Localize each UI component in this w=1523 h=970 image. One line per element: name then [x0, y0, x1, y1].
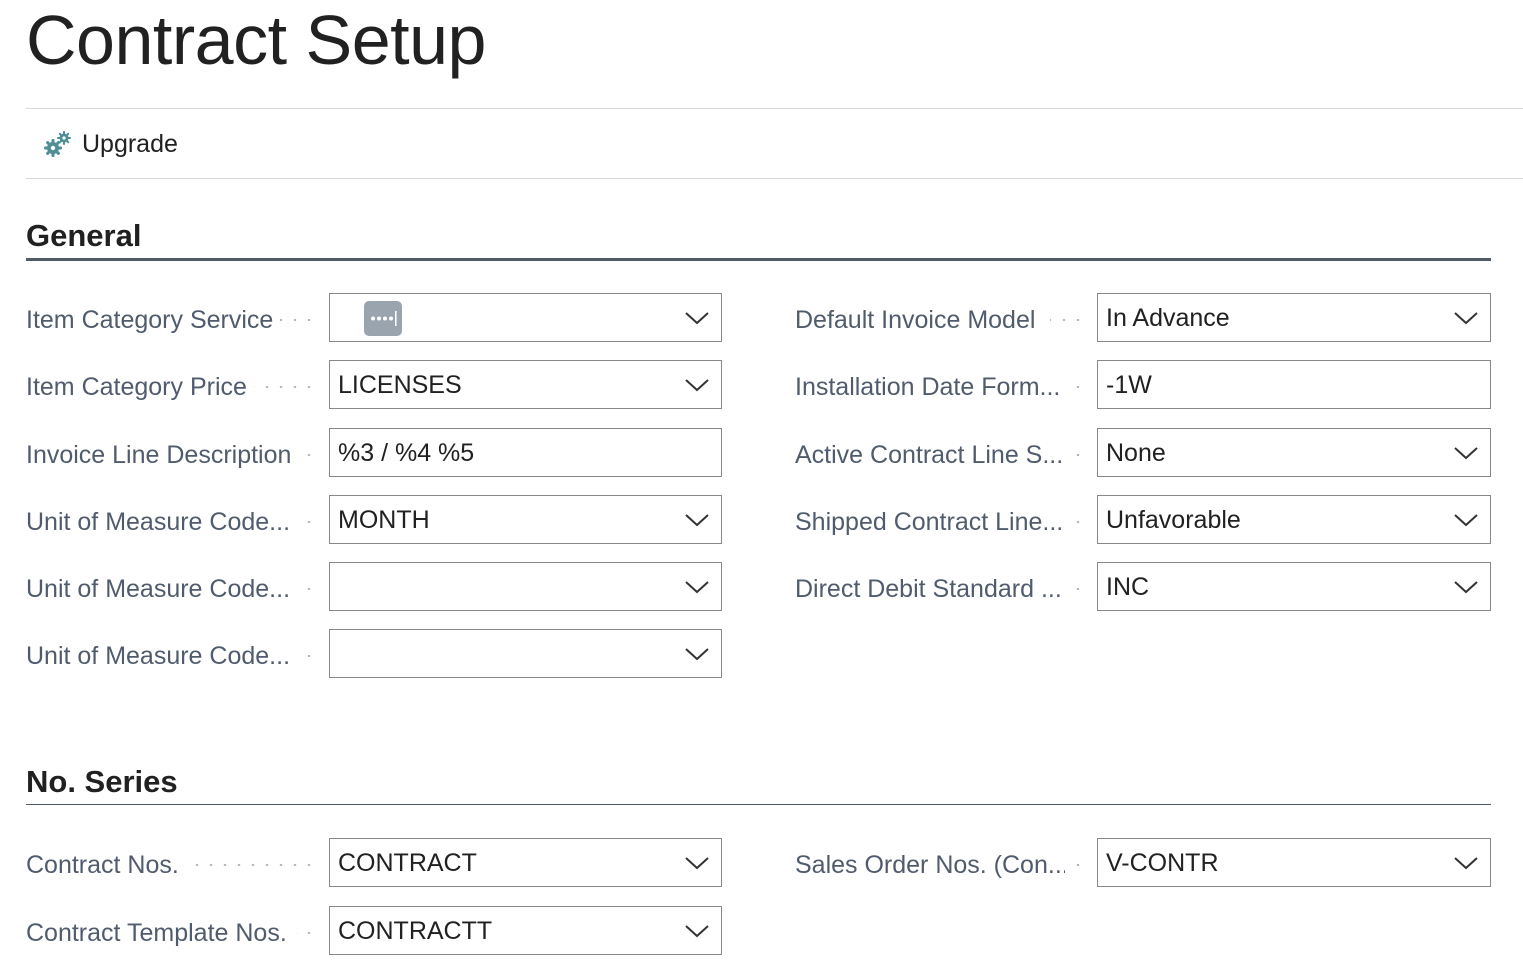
field-value: V-CONTR — [1106, 849, 1219, 877]
label-dots — [306, 521, 316, 523]
chevron-down-icon[interactable] — [1454, 510, 1478, 530]
field-value: Unfavorable — [1106, 506, 1241, 534]
chevron-down-icon[interactable] — [1454, 577, 1478, 597]
label-dots — [1075, 386, 1085, 388]
contract-nos-dropdown[interactable]: CONTRACT — [329, 838, 722, 887]
field-value: %3 / %4 %5 — [338, 439, 475, 467]
field-label-contract-template-nos: Contract Template Nos. — [26, 919, 287, 947]
chevron-down-icon[interactable] — [1454, 443, 1478, 463]
item-category-service-dropdown[interactable] — [329, 293, 722, 342]
action-bar: Upgrade — [26, 108, 1523, 179]
installation-date-formula-input[interactable]: -1W — [1097, 360, 1491, 409]
field-value: -1W — [1106, 371, 1152, 399]
field-label-installation-date-formula: Installation Date Form... — [795, 373, 1061, 401]
label-dots — [254, 386, 316, 388]
chevron-down-icon[interactable] — [685, 510, 709, 530]
field-value: In Advance — [1106, 304, 1230, 332]
field-label-item-category-price: Item Category Price — [26, 373, 247, 401]
page-title: Contract Setup — [26, 1, 486, 79]
label-dots — [306, 588, 316, 590]
field-value: INC — [1106, 573, 1150, 601]
chevron-down-icon[interactable] — [1454, 853, 1478, 873]
field-label-default-invoice-model: Default Invoice Model — [795, 306, 1036, 334]
unit-of-measure-code-1-dropdown[interactable]: MONTH — [329, 495, 722, 544]
invoice-line-description-input[interactable]: %3 / %4 %5 — [329, 428, 722, 477]
chevron-down-icon[interactable] — [685, 853, 709, 873]
chevron-down-icon[interactable] — [685, 308, 709, 328]
upgrade-label: Upgrade — [82, 129, 178, 158]
field-label-unit-of-measure-code-3: Unit of Measure Code... — [26, 642, 291, 670]
item-category-price-dropdown[interactable]: LICENSES — [329, 360, 722, 409]
sales-order-nos-dropdown[interactable]: V-CONTR — [1097, 838, 1491, 887]
label-dots — [280, 319, 316, 321]
active-contract-line-dropdown[interactable]: None — [1097, 428, 1491, 477]
chevron-down-icon[interactable] — [685, 921, 709, 941]
shipped-contract-line-dropdown[interactable]: Unfavorable — [1097, 495, 1491, 544]
label-dots — [1075, 521, 1085, 523]
default-invoice-model-dropdown[interactable]: In Advance — [1097, 293, 1491, 342]
chevron-down-icon[interactable] — [685, 644, 709, 664]
field-value: CONTRACTT — [338, 917, 493, 945]
upgrade-action[interactable]: Upgrade — [42, 126, 178, 162]
label-dots — [306, 655, 316, 657]
label-dots — [296, 932, 316, 934]
field-label-unit-of-measure-code-2: Unit of Measure Code... — [26, 575, 291, 603]
unit-of-measure-code-3-dropdown[interactable] — [329, 629, 722, 678]
chevron-down-icon[interactable] — [685, 577, 709, 597]
field-label-shipped-contract-line: Shipped Contract Line... — [795, 508, 1064, 536]
section-title-no-series[interactable]: No. Series — [26, 762, 178, 802]
field-label-contract-nos: Contract Nos. — [26, 851, 179, 879]
chevron-down-icon[interactable] — [1454, 308, 1478, 328]
field-label-active-contract-line: Active Contract Line S... — [795, 441, 1064, 469]
label-dots — [1075, 454, 1085, 456]
label-dots — [1075, 588, 1085, 590]
direct-debit-standard-dropdown[interactable]: INC — [1097, 562, 1491, 611]
chevron-down-icon[interactable] — [685, 375, 709, 395]
field-value: MONTH — [338, 506, 430, 534]
label-dots — [306, 454, 316, 456]
field-label-unit-of-measure-code-1: Unit of Measure Code... — [26, 508, 291, 536]
section-rule-no-series — [26, 804, 1491, 805]
contract-template-nos-dropdown[interactable]: CONTRACTT — [329, 906, 722, 955]
field-value: CONTRACT — [338, 849, 477, 877]
field-label-direct-debit-standard: Direct Debit Standard ... — [795, 575, 1062, 603]
field-label-sales-order-nos: Sales Order Nos. (Con... — [795, 851, 1065, 879]
unit-of-measure-code-2-dropdown[interactable] — [329, 562, 722, 611]
more-icon — [371, 311, 397, 326]
section-rule-general — [26, 258, 1491, 261]
label-dots — [196, 864, 316, 866]
field-value: None — [1106, 439, 1166, 467]
field-label-invoice-line-description: Invoice Line Description — [26, 441, 292, 469]
label-dots — [1050, 319, 1085, 321]
field-label-item-category-service: Item Category Service — [26, 306, 274, 334]
gears-icon — [44, 131, 71, 157]
label-dots — [1075, 864, 1085, 866]
ellipsis-button[interactable] — [364, 301, 402, 336]
field-value: LICENSES — [338, 371, 462, 399]
section-title-general[interactable]: General — [26, 216, 141, 256]
